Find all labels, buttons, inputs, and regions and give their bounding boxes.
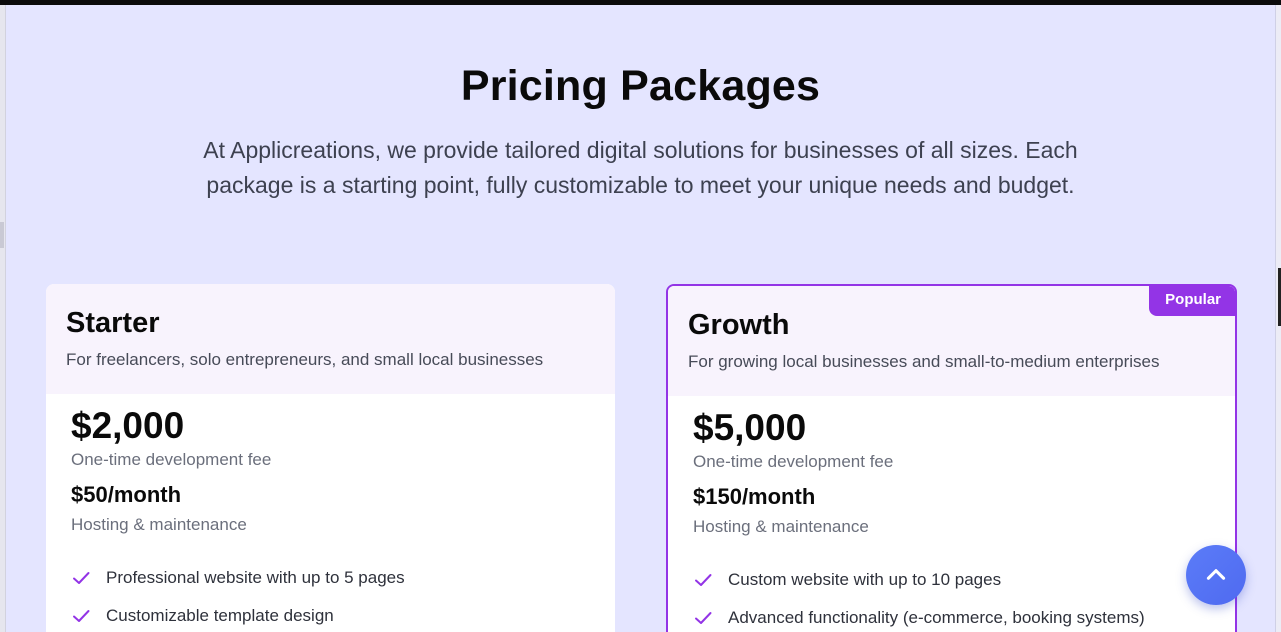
monthly-price: $50/month bbox=[71, 482, 182, 507]
check-icon bbox=[693, 608, 728, 628]
feature-item: Custom website with up to 10 pages bbox=[693, 561, 1210, 599]
package-price: $5,000 bbox=[693, 407, 807, 448]
package-description: For growing local businesses and small-t… bbox=[688, 352, 1160, 371]
monthly-note: Hosting & maintenance bbox=[71, 515, 247, 534]
price-note: One-time development fee bbox=[71, 450, 272, 469]
monthly-note: Hosting & maintenance bbox=[693, 517, 869, 536]
card-header: Starter For freelancers, solo entreprene… bbox=[46, 284, 615, 394]
feature-list: Custom website with up to 10 pages Advan… bbox=[693, 561, 1210, 632]
pricing-card-growth: Popular Growth For growing local busines… bbox=[666, 284, 1237, 632]
feature-item: Professional website with up to 5 pages bbox=[71, 559, 590, 597]
card-body: $2,000 One-time development fee $50/mont… bbox=[46, 394, 615, 632]
package-name: Growth bbox=[688, 309, 790, 341]
scroll-to-top-button[interactable] bbox=[1186, 545, 1246, 605]
page-subtitle: At Applicreations, we provide tailored d… bbox=[203, 137, 1078, 198]
package-price: $2,000 bbox=[71, 405, 185, 446]
card-body: $5,000 One-time development fee $150/mon… bbox=[668, 396, 1235, 632]
pricing-card-starter: Starter For freelancers, solo entreprene… bbox=[46, 284, 615, 632]
feature-label: Customizable template design bbox=[106, 606, 334, 625]
package-name: Starter bbox=[66, 307, 160, 339]
monthly-price: $150/month bbox=[693, 484, 816, 509]
feature-item: Advanced functionality (e-commerce, book… bbox=[693, 599, 1210, 632]
page-title: Pricing Packages bbox=[460, 62, 821, 110]
feature-label: Advanced functionality (e-commerce, book… bbox=[728, 608, 1145, 627]
feature-label: Custom website with up to 10 pages bbox=[728, 570, 1002, 589]
feature-list: Professional website with up to 5 pages … bbox=[71, 559, 590, 632]
check-icon bbox=[71, 568, 106, 588]
check-icon bbox=[71, 606, 106, 626]
feature-label: Professional website with up to 5 pages bbox=[106, 568, 405, 587]
package-description: For freelancers, solo entrepreneurs, and… bbox=[66, 350, 544, 369]
check-icon bbox=[693, 570, 728, 590]
price-note: One-time development fee bbox=[693, 452, 894, 471]
chevron-up-icon bbox=[1203, 562, 1229, 588]
left-edge-handle bbox=[0, 222, 4, 248]
feature-item: Customizable template design bbox=[71, 597, 590, 632]
popular-badge: Popular bbox=[1149, 286, 1235, 316]
browser-top-bar bbox=[0, 0, 1281, 5]
